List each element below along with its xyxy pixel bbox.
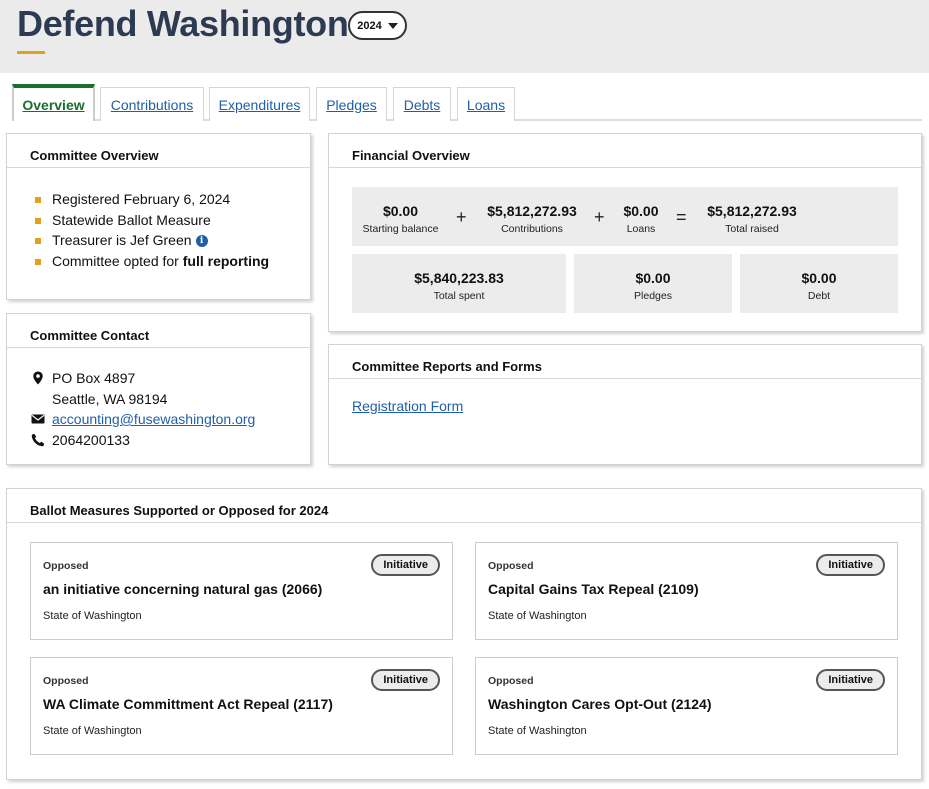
measure-title: Washington Cares Opt-Out (2124) [488, 696, 712, 712]
committee-type: Statewide Ballot Measure [52, 211, 211, 228]
contributions-total: $5,812,272.93 Contributions [480, 203, 584, 235]
measure-stance: Opposed [43, 675, 89, 687]
loans-label: Loans [626, 223, 656, 235]
contact-details: PO Box 4897 Seattle, WA 98194 accounting… [31, 368, 255, 450]
measure-jurisdiction: State of Washington [43, 610, 142, 622]
measure-jurisdiction: State of Washington [488, 610, 587, 622]
reports-card: Committee Reports and Forms Registration… [328, 344, 922, 465]
total-raised: $5,812,272.93 Total raised [699, 203, 805, 235]
total-spent-value: $5,840,223.83 [414, 270, 504, 286]
equals-sign: = [676, 207, 687, 227]
starting-balance-label: Starting balance [362, 223, 439, 235]
registered-date: Registered February 6, 2024 [52, 191, 231, 207]
measure-stance: Opposed [488, 675, 534, 687]
pledges-value: $0.00 [635, 270, 671, 286]
financial-overview-title: Financial Overview [329, 134, 921, 168]
pledges-box: $0.00 Pledges [574, 254, 732, 313]
tab-expenditures[interactable]: Expenditures [209, 87, 310, 121]
chevron-down-icon [387, 22, 398, 29]
debt-box: $0.00 Debt [740, 254, 898, 313]
ballot-measures-title: Ballot Measures Supported or Opposed for… [7, 489, 921, 523]
debt-value: $0.00 [801, 270, 837, 286]
financial-overview-card: Financial Overview $0.00 Starting balanc… [328, 133, 922, 332]
pledges-label: Pledges [634, 290, 672, 302]
tab-contributions[interactable]: Contributions [100, 87, 204, 121]
raised-summary: $0.00 Starting balance + $5,812,272.93 C… [352, 187, 898, 246]
measure-stance: Opposed [488, 560, 534, 572]
starting-balance-value: $0.00 [382, 203, 419, 219]
tab-overview[interactable]: Overview [12, 84, 95, 121]
page-title: Defend Washington [17, 3, 349, 44]
total-raised-label: Total raised [725, 223, 779, 235]
tab-loans[interactable]: Loans [457, 87, 515, 121]
measure-type-badge: Initiative [371, 554, 440, 576]
tab-pledges[interactable]: Pledges [316, 87, 387, 121]
address-line2: Seattle, WA 98194 [52, 390, 168, 407]
email-row: accounting@fusewashington.org [31, 409, 255, 430]
total-spent-box: $5,840,223.83 Total spent [352, 254, 566, 313]
debt-total: $0.00 Debt [740, 270, 898, 302]
reporting-prefix: Committee opted for [52, 252, 183, 269]
measure-title: an initiative concerning natural gas (20… [43, 581, 323, 597]
loans-total: $0.00 Loans [616, 203, 666, 235]
email-link[interactable]: accounting@fusewashington.org [52, 411, 255, 427]
committee-contact-card: Committee Contact PO Box 4897 Seattle, W… [6, 313, 311, 465]
year-select[interactable]: 2024 [348, 11, 407, 40]
envelope-icon [31, 414, 45, 424]
total-spent: $5,840,223.83 Total spent [352, 270, 566, 302]
address-row: PO Box 4897 Seattle, WA 98194 [31, 368, 255, 409]
title-underline [17, 51, 45, 54]
measure-title: WA Climate Committment Act Repeal (2117) [43, 696, 333, 712]
reporting-value: full reporting [182, 252, 270, 269]
year-select-value: 2024 [357, 19, 382, 32]
plus-sign: + [594, 207, 605, 227]
ballot-measure-card[interactable]: Opposed Initiative an initiative concern… [30, 542, 453, 640]
registration-form-link[interactable]: Registration Form [352, 398, 463, 414]
ballot-measures-card: Ballot Measures Supported or Opposed for… [6, 488, 922, 780]
info-icon[interactable]: i [195, 235, 208, 248]
measure-stance: Opposed [43, 560, 89, 572]
starting-balance: $0.00 Starting balance [358, 203, 443, 235]
measure-type-badge: Initiative [371, 669, 440, 691]
tab-bar: Overview Contributions Expenditures Pled… [12, 84, 922, 121]
tab-debts[interactable]: Debts [393, 87, 451, 121]
total-spent-label: Total spent [433, 290, 485, 302]
committee-contact-title: Committee Contact [7, 314, 310, 348]
plus-sign: + [456, 207, 467, 227]
phone-row: 2064200133 [31, 430, 255, 451]
phone-icon [31, 433, 45, 446]
reports-title: Committee Reports and Forms [329, 345, 921, 379]
measure-jurisdiction: State of Washington [43, 725, 142, 737]
loans-value: $0.00 [623, 203, 659, 219]
measure-title: Capital Gains Tax Repeal (2109) [488, 581, 699, 597]
list-item: Statewide Ballot Measure [33, 210, 269, 231]
list-item: Registered February 6, 2024 [33, 189, 269, 210]
ballot-measure-card[interactable]: Opposed Initiative Washington Cares Opt-… [475, 657, 898, 755]
measure-type-badge: Initiative [816, 554, 885, 576]
committee-overview-list: Registered February 6, 2024 Statewide Ba… [33, 189, 269, 271]
treasurer: Treasurer is Jef Green [52, 232, 192, 248]
map-pin-icon [33, 371, 43, 385]
list-item: Treasurer is Jef Green i [33, 230, 269, 251]
measure-type-badge: Initiative [816, 669, 885, 691]
debt-label: Debt [807, 290, 831, 302]
phone-number: 2064200133 [52, 431, 130, 448]
committee-overview-card: Committee Overview Registered February 6… [6, 133, 311, 300]
total-raised-value: $5,812,272.93 [707, 203, 797, 219]
measure-jurisdiction: State of Washington [488, 725, 587, 737]
ballot-measure-card[interactable]: Opposed Initiative WA Climate Committmen… [30, 657, 453, 755]
ballot-measure-card[interactable]: Opposed Initiative Capital Gains Tax Rep… [475, 542, 898, 640]
pledges-total: $0.00 Pledges [574, 270, 732, 302]
contributions-label: Contributions [501, 223, 563, 235]
address-line1: PO Box 4897 [52, 370, 136, 386]
list-item: Committee opted for full reporting [33, 251, 269, 272]
contributions-value: $5,812,272.93 [487, 203, 577, 219]
committee-overview-title: Committee Overview [7, 134, 310, 168]
page-header: Defend Washington 2024 [0, 0, 929, 73]
